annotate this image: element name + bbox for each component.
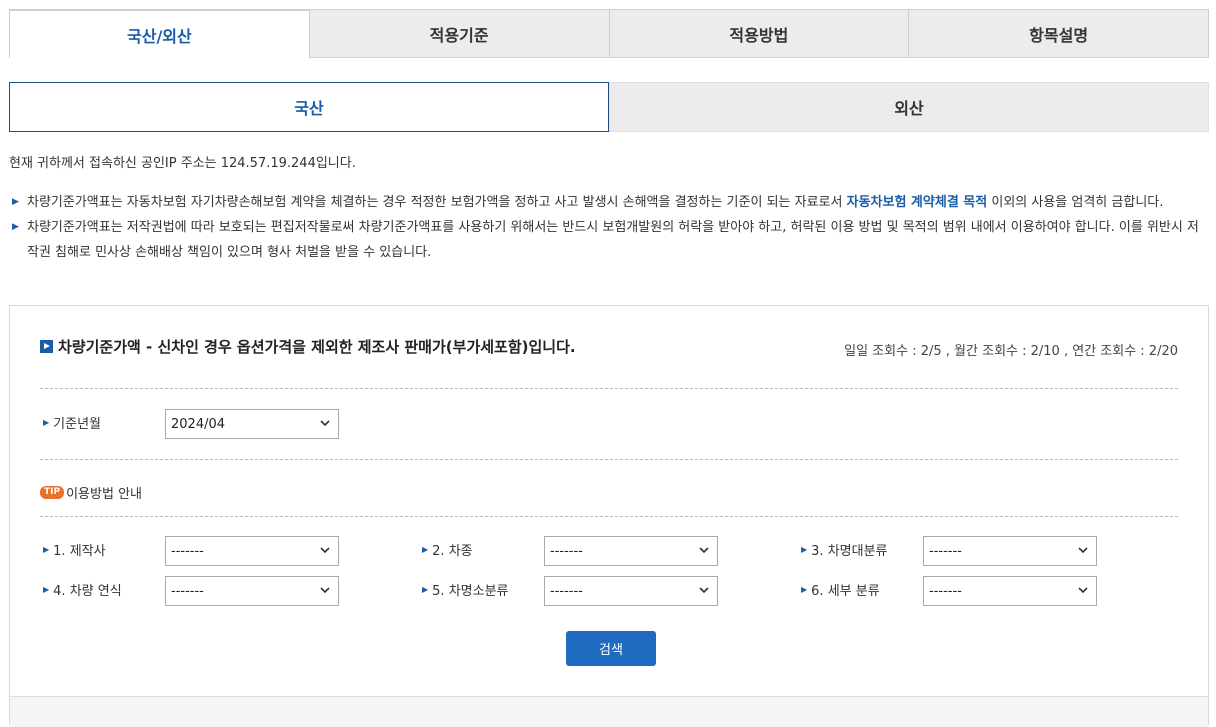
panel-title-text: 차량기준가액 - 신차인 경우 옵션가격을 제외한 제조사 판매가(부가세포함)…: [58, 338, 576, 356]
view-counts: 일일 조회수 : 2/5 , 월간 조회수 : 2/10 , 연간 조회수 : …: [844, 344, 1178, 359]
model-year-label: ▶ 4. 차량 연식: [43, 580, 122, 599]
triangle-bullet-icon: ▶: [801, 585, 808, 594]
tab-criteria[interactable]: 적용기준: [309, 9, 610, 58]
base-month-label: ▶ 기준년월: [43, 413, 101, 432]
model-major-label-text: 3. 차명대분류: [811, 544, 888, 559]
model-year-select[interactable]: -------: [165, 576, 339, 606]
sub-tabs: 국산 외산: [9, 82, 1209, 132]
detail-class-label: ▶ 6. 세부 분류: [801, 580, 880, 599]
notice-text: 차량기준가액표는 자동차보험 자기차량손해보험 계약을 체결하는 경우 적정한 …: [27, 195, 847, 210]
usage-guide[interactable]: TIP 이용방법 안내: [40, 483, 142, 502]
divider: [40, 459, 1178, 460]
tab-method[interactable]: 적용방법: [609, 9, 910, 58]
triangle-bullet-icon: ▶: [422, 545, 429, 554]
subtab-foreign[interactable]: 외산: [609, 82, 1209, 132]
manufacturer-label: ▶ 1. 제작사: [43, 540, 106, 559]
base-month-label-text: 기준년월: [53, 417, 101, 432]
model-minor-label-text: 5. 차명소분류: [432, 584, 509, 599]
tab-domestic-foreign[interactable]: 국산/외산: [9, 9, 310, 58]
vehicle-type-select[interactable]: -------: [544, 536, 718, 566]
base-month-select[interactable]: 2024/04: [165, 409, 339, 439]
model-minor-label: ▶ 5. 차명소분류: [422, 580, 509, 599]
manufacturer-value: -------: [171, 543, 204, 559]
notice-item: ▶ 차량기준가액표는 자동차보험 자기차량손해보험 계약을 체결하는 경우 적정…: [9, 190, 1209, 215]
triangle-bullet-icon: ▶: [801, 545, 808, 554]
triangle-bullet-icon: ▶: [43, 545, 50, 554]
detail-class-label-text: 6. 세부 분류: [811, 584, 880, 599]
model-minor-value: -------: [550, 583, 583, 599]
model-major-value: -------: [929, 543, 962, 559]
manufacturer-label-text: 1. 제작사: [53, 544, 106, 559]
base-month-value: 2024/04: [171, 416, 226, 432]
ip-notice: 현재 귀하께서 접속하신 공인IP 주소는 124.57.19.244입니다.: [9, 156, 356, 171]
detail-class-select[interactable]: -------: [923, 576, 1097, 606]
chevron-down-icon: [320, 547, 330, 554]
model-year-label-text: 4. 차량 연식: [53, 584, 122, 599]
model-minor-select[interactable]: -------: [544, 576, 718, 606]
play-square-icon: [40, 340, 53, 353]
divider: [40, 388, 1178, 389]
chevron-down-icon: [320, 587, 330, 594]
notice-list: ▶ 차량기준가액표는 자동차보험 자기차량손해보험 계약을 체결하는 경우 적정…: [9, 190, 1209, 265]
triangle-bullet-icon: ▶: [12, 197, 19, 207]
model-year-value: -------: [171, 583, 204, 599]
triangle-bullet-icon: ▶: [43, 585, 50, 594]
tab-item-description[interactable]: 항목설명: [909, 9, 1209, 58]
model-major-select[interactable]: -------: [923, 536, 1097, 566]
detail-class-value: -------: [929, 583, 962, 599]
chevron-down-icon: [699, 587, 709, 594]
chevron-down-icon: [320, 420, 330, 427]
notice-item: ▶ 차량기준가액표는 저작권법에 따라 보호되는 편집저작물로써 차량기준가액표…: [9, 215, 1209, 265]
triangle-bullet-icon: ▶: [43, 418, 50, 427]
tip-badge: TIP: [40, 486, 65, 499]
notice-text: 이외의 사용을 엄격히 금합니다.: [987, 195, 1164, 210]
chevron-down-icon: [699, 547, 709, 554]
chevron-down-icon: [1078, 547, 1088, 554]
model-major-label: ▶ 3. 차명대분류: [801, 540, 888, 559]
vehicle-type-value: -------: [550, 543, 583, 559]
vehicle-type-label-text: 2. 차종: [432, 544, 473, 559]
search-button[interactable]: 검색: [566, 631, 656, 666]
search-panel: 차량기준가액 - 신차인 경우 옵션가격을 제외한 제조사 판매가(부가세포함)…: [9, 305, 1209, 727]
usage-guide-text: 이용방법 안내: [66, 487, 142, 502]
results-area: [10, 696, 1208, 727]
triangle-bullet-icon: ▶: [422, 585, 429, 594]
notice-highlight: 자동차보험 계약체결 목적: [846, 195, 988, 210]
vehicle-type-label: ▶ 2. 차종: [422, 540, 473, 559]
subtab-domestic[interactable]: 국산: [9, 82, 609, 132]
main-tabs: 국산/외산 적용기준 적용방법 항목설명: [9, 9, 1209, 58]
divider: [40, 516, 1178, 517]
manufacturer-select[interactable]: -------: [165, 536, 339, 566]
chevron-down-icon: [1078, 587, 1088, 594]
triangle-bullet-icon: ▶: [12, 222, 19, 232]
notice-text: 차량기준가액표는 저작권법에 따라 보호되는 편집저작물로써 차량기준가액표를 …: [27, 220, 1199, 260]
panel-title: 차량기준가액 - 신차인 경우 옵션가격을 제외한 제조사 판매가(부가세포함)…: [40, 336, 576, 357]
